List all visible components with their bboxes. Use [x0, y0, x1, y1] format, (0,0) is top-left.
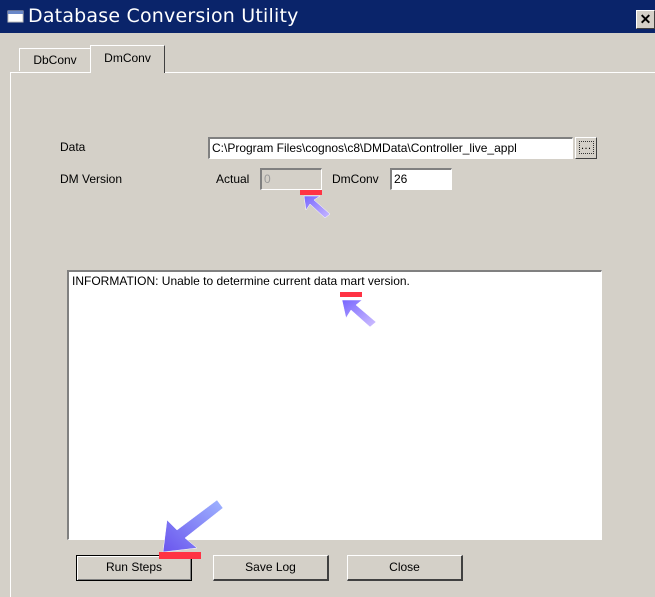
- tab-dbconv[interactable]: DbConv: [19, 48, 91, 71]
- arrow-pointer-icon: [300, 190, 331, 219]
- arrow-pointer-icon: [340, 292, 377, 328]
- dm-version-label: DM Version: [60, 172, 123, 186]
- dmconv-version-field[interactable]: 26: [390, 168, 452, 190]
- close-button[interactable]: Close: [347, 555, 463, 581]
- dmconv-label: DmConv: [332, 172, 379, 186]
- tab-dmconv[interactable]: DmConv: [90, 45, 165, 73]
- window-title: Database Conversion Utility: [28, 5, 299, 27]
- browse-button[interactable]: …: [575, 137, 597, 159]
- arrow-pointer-icon: [159, 499, 224, 559]
- app-icon: [7, 10, 24, 23]
- actual-version-field: 0: [260, 168, 322, 190]
- title-bar[interactable]: Database Conversion Utility ✕: [0, 0, 655, 33]
- log-output[interactable]: INFORMATION: Unable to determine current…: [67, 270, 602, 540]
- ellipsis-icon: …: [578, 140, 594, 154]
- data-label: Data: [60, 140, 86, 154]
- close-icon[interactable]: ✕: [636, 10, 655, 29]
- application-window: Database Conversion Utility ✕ DbConv DmC…: [0, 0, 655, 597]
- save-log-button[interactable]: Save Log: [213, 555, 329, 581]
- actual-label: Actual: [216, 172, 250, 186]
- data-path-field[interactable]: C:\Program Files\cognos\c8\DMData\Contro…: [208, 137, 573, 159]
